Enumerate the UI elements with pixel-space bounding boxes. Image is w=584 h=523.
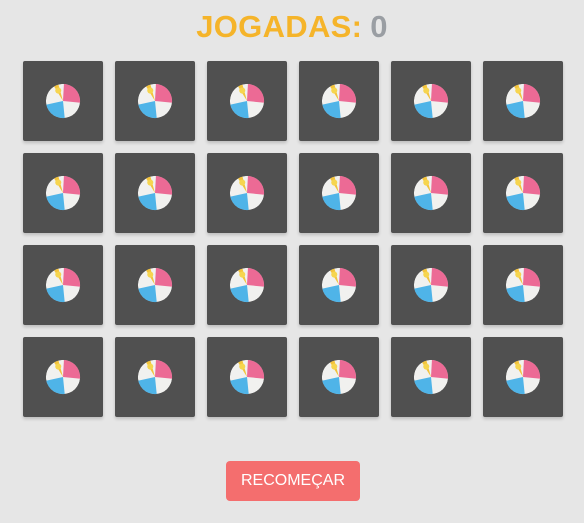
memory-card[interactable] <box>23 245 103 325</box>
beach-ball-icon <box>504 266 542 304</box>
memory-card[interactable] <box>207 153 287 233</box>
memory-card[interactable] <box>391 337 471 417</box>
beach-ball-icon <box>320 82 358 120</box>
memory-card[interactable] <box>483 61 563 141</box>
beach-ball-icon <box>412 174 450 212</box>
beach-ball-icon <box>136 358 174 396</box>
beach-ball-icon <box>228 358 266 396</box>
beach-ball-icon <box>44 174 82 212</box>
beach-ball-icon <box>412 358 450 396</box>
beach-ball-icon <box>320 174 358 212</box>
memory-card[interactable] <box>299 337 379 417</box>
memory-card[interactable] <box>299 61 379 141</box>
beach-ball-icon <box>412 82 450 120</box>
memory-card[interactable] <box>115 61 195 141</box>
memory-card[interactable] <box>483 245 563 325</box>
memory-card[interactable] <box>299 153 379 233</box>
moves-label: JOGADAS: <box>196 9 363 44</box>
memory-card[interactable] <box>115 337 195 417</box>
restart-button[interactable]: RECOMEÇAR <box>226 461 360 501</box>
beach-ball-icon <box>228 266 266 304</box>
memory-card[interactable] <box>207 61 287 141</box>
beach-ball-icon <box>44 266 82 304</box>
beach-ball-icon <box>504 82 542 120</box>
beach-ball-icon <box>136 82 174 120</box>
beach-ball-icon <box>228 174 266 212</box>
memory-card[interactable] <box>391 245 471 325</box>
memory-card[interactable] <box>391 153 471 233</box>
moves-value: 0 <box>370 9 388 44</box>
beach-ball-icon <box>320 266 358 304</box>
memory-card[interactable] <box>299 245 379 325</box>
beach-ball-icon <box>412 266 450 304</box>
memory-card[interactable] <box>207 245 287 325</box>
moves-counter: JOGADAS: 0 <box>0 8 584 46</box>
beach-ball-icon <box>44 82 82 120</box>
beach-ball-icon <box>44 358 82 396</box>
memory-card[interactable] <box>483 153 563 233</box>
memory-card[interactable] <box>23 153 103 233</box>
card-board <box>23 61 563 417</box>
memory-card[interactable] <box>483 337 563 417</box>
beach-ball-icon <box>504 174 542 212</box>
memory-card[interactable] <box>207 337 287 417</box>
memory-card[interactable] <box>23 337 103 417</box>
beach-ball-icon <box>320 358 358 396</box>
memory-card[interactable] <box>115 245 195 325</box>
beach-ball-icon <box>228 82 266 120</box>
beach-ball-icon <box>504 358 542 396</box>
memory-card[interactable] <box>115 153 195 233</box>
beach-ball-icon <box>136 174 174 212</box>
memory-card[interactable] <box>23 61 103 141</box>
beach-ball-icon <box>136 266 174 304</box>
memory-card[interactable] <box>391 61 471 141</box>
